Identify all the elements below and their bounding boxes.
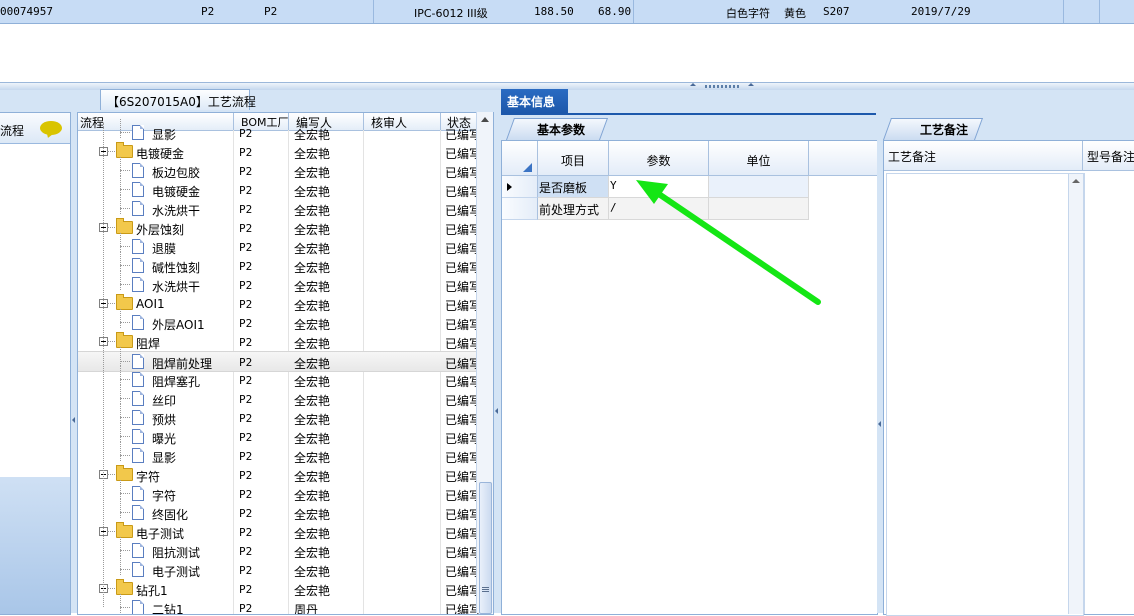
notes-panel: 工艺备注 型号备注: [883, 140, 1134, 616]
collapse-arrow-icon[interactable]: [878, 421, 881, 427]
model-notes-textarea[interactable]: [1084, 173, 1134, 614]
notes-scrollbar[interactable]: [1068, 174, 1083, 614]
tab-process-notes-label: 工艺备注: [920, 123, 969, 137]
arrow-shaft: [647, 185, 821, 305]
process-notes-textarea[interactable]: [886, 173, 1084, 616]
model-notes-header: 型号备注: [1083, 141, 1134, 171]
process-notes-header: 工艺备注: [884, 141, 1083, 171]
